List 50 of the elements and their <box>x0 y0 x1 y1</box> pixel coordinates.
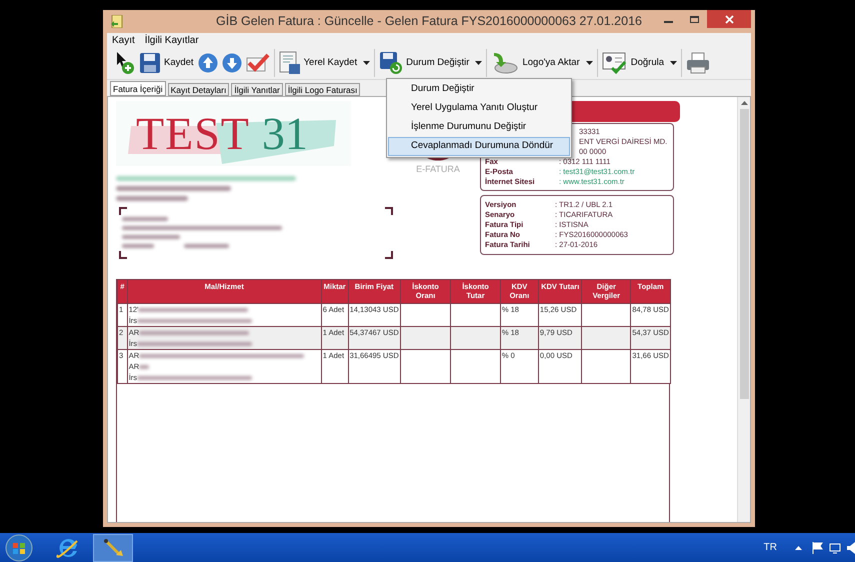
tab[interactable]: Kayıt Detayları <box>168 83 230 96</box>
redacted-text-drawing <box>122 235 180 239</box>
tray-expand-icon[interactable] <box>795 546 802 550</box>
menu-item[interactable]: İlgili Kayıtlar <box>144 32 199 48</box>
toolbar-button[interactable]: Doğrula <box>600 48 680 78</box>
menu-option[interactable]: Durum Değiştir <box>388 80 570 99</box>
stamp-caption: E-FATURA <box>416 163 460 176</box>
close-button[interactable] <box>707 10 751 28</box>
redacted-text-drawing <box>122 217 168 221</box>
menu-item[interactable]: Kayıt <box>112 32 135 48</box>
redacted-text-drawing <box>122 244 154 248</box>
app-icon <box>111 15 123 28</box>
toolbar-button[interactable]: Durum Değiştir <box>377 48 484 78</box>
menu-option[interactable]: Cevaplanmadı Durumuna Döndür <box>388 137 570 156</box>
logo-text: TEST <box>136 110 250 156</box>
corner-mark <box>385 207 393 215</box>
vertical-scrollbar[interactable] <box>737 97 750 522</box>
tab[interactable]: Fatura İçeriği <box>110 81 166 96</box>
scrollbar-thumb[interactable] <box>740 109 748 399</box>
corner-mark <box>385 251 393 259</box>
cursor-plus-icon <box>115 51 135 75</box>
tab[interactable]: İlgili Logo Faturası <box>284 83 360 96</box>
corner-mark <box>119 207 127 215</box>
language-indicator[interactable]: TR <box>764 540 777 555</box>
id-card-check-icon <box>602 51 628 75</box>
logo-number: 31 <box>262 110 308 156</box>
menu-option[interactable]: İşlenme Durumunu Değiştir <box>388 118 570 137</box>
redacted-text-drawing <box>184 244 229 248</box>
arrow-up-icon <box>198 53 218 73</box>
printer-icon <box>686 52 710 74</box>
taskbar-app-button[interactable] <box>93 534 133 562</box>
toolbar-button[interactable]: Yerel Kaydet <box>276 48 372 78</box>
redacted-text-drawing <box>116 196 188 201</box>
toolbar-button[interactable]: Kaydet <box>137 48 196 78</box>
arrow-drive-icon <box>491 51 520 75</box>
menu-option[interactable]: Yerel Uygulama Yanıtı Oluştur <box>388 99 570 118</box>
start-orb-icon[interactable] <box>5 534 33 562</box>
window-title: GİB Gelen Fatura : Güncelle - Gelen Fatura FYS2016000000063 27.01.2016 <box>216 13 642 30</box>
document-disk-icon <box>278 51 301 75</box>
toolbar-button[interactable]: Logo'ya Aktar <box>489 48 595 78</box>
tab[interactable]: İlgili Yanıtlar <box>231 83 283 96</box>
corner-mark <box>119 251 127 259</box>
disk-refresh-icon <box>379 51 404 75</box>
speaker-icon[interactable] <box>847 542 855 554</box>
close-icon <box>724 14 734 24</box>
arrow-down-icon <box>222 53 242 73</box>
redacted-text-drawing <box>139 364 150 368</box>
scroll-up-icon <box>740 101 748 105</box>
flag-icon[interactable] <box>812 542 823 554</box>
network-icon[interactable] <box>829 542 841 554</box>
